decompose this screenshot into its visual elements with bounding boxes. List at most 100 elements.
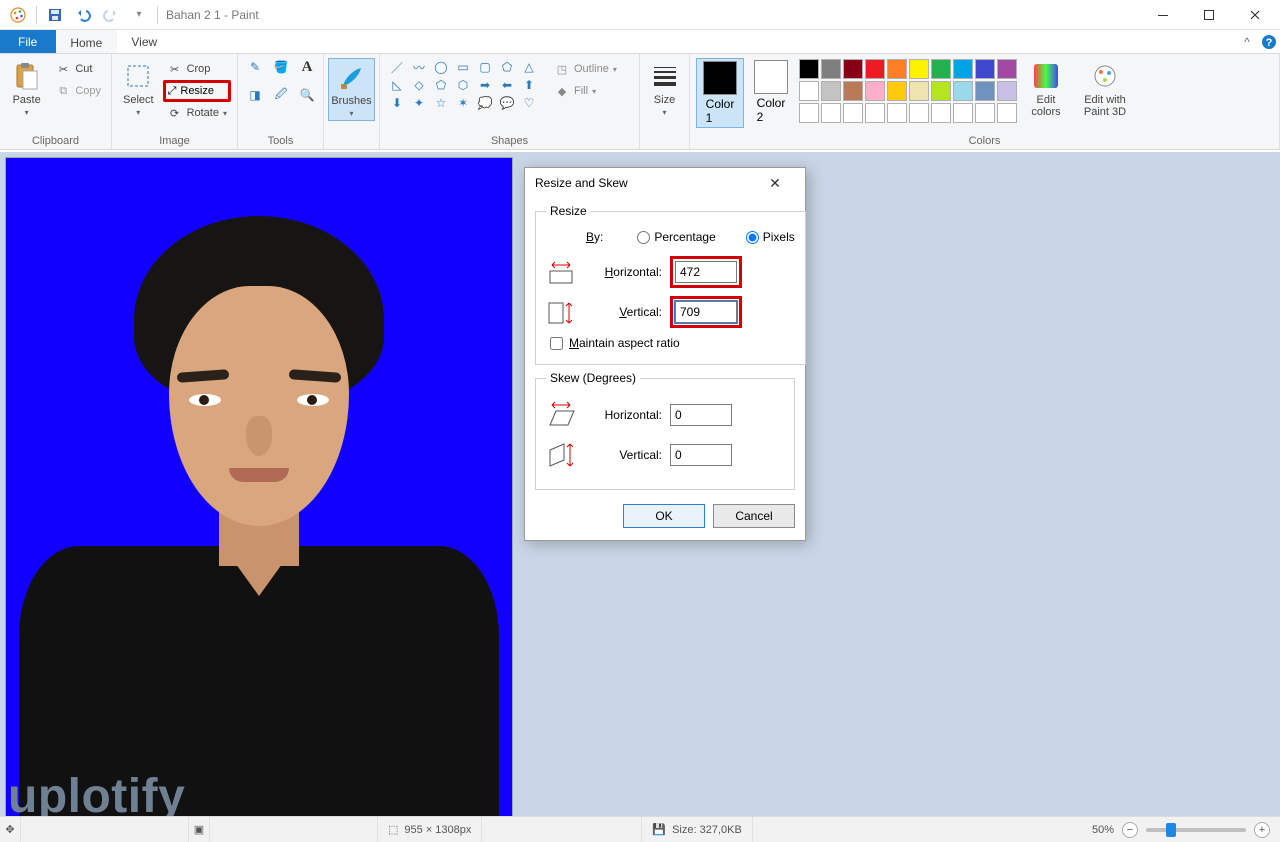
cancel-button[interactable]: Cancel: [713, 504, 795, 528]
color-swatch[interactable]: [975, 59, 995, 79]
shape-heart-icon[interactable]: ♡: [518, 94, 540, 112]
undo-icon[interactable]: [71, 3, 95, 27]
image-canvas[interactable]: uplotify: [6, 158, 512, 818]
save-icon[interactable]: [43, 3, 67, 27]
text-tool[interactable]: A: [296, 58, 318, 76]
edit-colors-button[interactable]: Edit colors: [1022, 58, 1070, 120]
color-swatch[interactable]: [997, 81, 1017, 101]
resize-button[interactable]: ⤢Resize: [163, 80, 231, 102]
zoom-slider[interactable]: [1146, 828, 1246, 832]
shapes-gallery[interactable]: ／ 〰 ◯ ▭ ▢ ⬠ △ ◺ ◇ ⬠ ⬡ ➡ ⬅ ⬆ ⬇ ✦ ☆ ✶ 💭 💬: [386, 58, 540, 112]
shape-triangle-icon[interactable]: △: [518, 58, 540, 76]
tab-file[interactable]: File: [0, 30, 56, 53]
color-swatch[interactable]: [865, 59, 885, 79]
color-swatch[interactable]: [931, 81, 951, 101]
color-swatch[interactable]: [909, 81, 929, 101]
size-button[interactable]: Size ▾: [646, 58, 683, 119]
color-palette-row1[interactable]: [798, 58, 1018, 80]
shape-6star-icon[interactable]: ✶: [452, 94, 474, 112]
resize-vertical-input[interactable]: [675, 301, 737, 323]
shape-hexagon-icon[interactable]: ⬡: [452, 76, 474, 94]
copy-button[interactable]: ⧉Copy: [51, 80, 105, 102]
tab-view[interactable]: View: [117, 30, 172, 53]
color-swatch[interactable]: [821, 59, 841, 79]
crop-button[interactable]: ✂Crop: [163, 58, 231, 80]
color-swatch[interactable]: [909, 103, 929, 123]
collapse-ribbon-icon[interactable]: ^: [1236, 30, 1258, 53]
radio-percentage[interactable]: Percentage: [637, 230, 715, 244]
qat-dropdown-icon[interactable]: ▾: [127, 3, 151, 27]
color-swatch[interactable]: [799, 103, 819, 123]
color-swatch[interactable]: [887, 59, 907, 79]
shape-callout-rect-icon[interactable]: 💬: [496, 94, 518, 112]
dialog-close-button[interactable]: ✕: [755, 168, 795, 198]
ok-button[interactable]: OK: [623, 504, 705, 528]
color-swatch[interactable]: [953, 81, 973, 101]
brushes-button[interactable]: Brushes ▾: [328, 58, 374, 121]
shape-rarrow-icon[interactable]: ➡: [474, 76, 496, 94]
color-swatch[interactable]: [887, 81, 907, 101]
redo-icon[interactable]: [99, 3, 123, 27]
cut-button[interactable]: ✂Cut: [51, 58, 105, 80]
zoom-out-button[interactable]: −: [1122, 822, 1138, 838]
color-swatch[interactable]: [953, 59, 973, 79]
help-icon[interactable]: ?: [1258, 30, 1280, 53]
color-swatch[interactable]: [799, 81, 819, 101]
shape-larrow-icon[interactable]: ⬅: [496, 76, 518, 94]
color-swatch[interactable]: [953, 103, 973, 123]
color-palette-row3[interactable]: [798, 102, 1018, 124]
close-button[interactable]: [1232, 0, 1278, 30]
color-palette-row2[interactable]: [798, 80, 1018, 102]
dialog-titlebar[interactable]: Resize and Skew ✕: [525, 168, 805, 198]
color-swatch[interactable]: [909, 59, 929, 79]
radio-pixels[interactable]: Pixels: [746, 230, 795, 244]
color-swatch[interactable]: [821, 103, 841, 123]
color-swatch[interactable]: [865, 103, 885, 123]
shape-rtriangle-icon[interactable]: ◺: [386, 76, 408, 94]
tab-home[interactable]: Home: [56, 30, 117, 53]
rotate-button[interactable]: ⟳Rotate▾: [163, 102, 231, 124]
color-swatch[interactable]: [843, 59, 863, 79]
picker-tool[interactable]: 🖉: [270, 86, 292, 104]
shape-darrow-icon[interactable]: ⬇: [386, 94, 408, 112]
skew-horizontal-input[interactable]: [670, 404, 732, 426]
shape-polygon-icon[interactable]: ⬠: [496, 58, 518, 76]
paint-app-icon[interactable]: [6, 3, 30, 27]
color-swatch[interactable]: [843, 103, 863, 123]
shape-roundrect-icon[interactable]: ▢: [474, 58, 496, 76]
paste-button[interactable]: Paste ▾: [6, 58, 47, 119]
color1-button[interactable]: Color 1: [696, 58, 744, 128]
shape-4star-icon[interactable]: ✦: [408, 94, 430, 112]
shape-fill-button[interactable]: ◆Fill▾: [550, 80, 621, 102]
shape-rect-icon[interactable]: ▭: [452, 58, 474, 76]
shape-5star-icon[interactable]: ☆: [430, 94, 452, 112]
paint3d-button[interactable]: Edit with Paint 3D: [1074, 58, 1136, 120]
shape-line-icon[interactable]: ／: [386, 58, 408, 76]
minimize-button[interactable]: [1140, 0, 1186, 30]
shape-outline-button[interactable]: ◳Outline▾: [550, 58, 621, 80]
fill-tool[interactable]: 🪣: [270, 58, 292, 76]
resize-horizontal-input[interactable]: [675, 261, 737, 283]
color-swatch[interactable]: [975, 81, 995, 101]
color-swatch[interactable]: [887, 103, 907, 123]
color-swatch[interactable]: [931, 103, 951, 123]
magnifier-tool[interactable]: 🔍: [296, 86, 318, 104]
skew-vertical-input[interactable]: [670, 444, 732, 466]
shape-pentagon-icon[interactable]: ⬠: [430, 76, 452, 94]
color2-button[interactable]: Color 2: [748, 58, 794, 126]
color-swatch[interactable]: [799, 59, 819, 79]
color-swatch[interactable]: [975, 103, 995, 123]
select-button[interactable]: Select ▾: [118, 58, 159, 119]
eraser-tool[interactable]: ◨: [244, 86, 266, 104]
color-swatch[interactable]: [997, 59, 1017, 79]
shape-diamond-icon[interactable]: ◇: [408, 76, 430, 94]
maintain-aspect-checkbox[interactable]: [550, 337, 563, 350]
color-swatch[interactable]: [843, 81, 863, 101]
color-swatch[interactable]: [931, 59, 951, 79]
pencil-tool[interactable]: ✎: [244, 58, 266, 76]
maximize-button[interactable]: [1186, 0, 1232, 30]
shape-uarrow-icon[interactable]: ⬆: [518, 76, 540, 94]
color-swatch[interactable]: [865, 81, 885, 101]
shape-callout-round-icon[interactable]: 💭: [474, 94, 496, 112]
zoom-in-button[interactable]: +: [1254, 822, 1270, 838]
